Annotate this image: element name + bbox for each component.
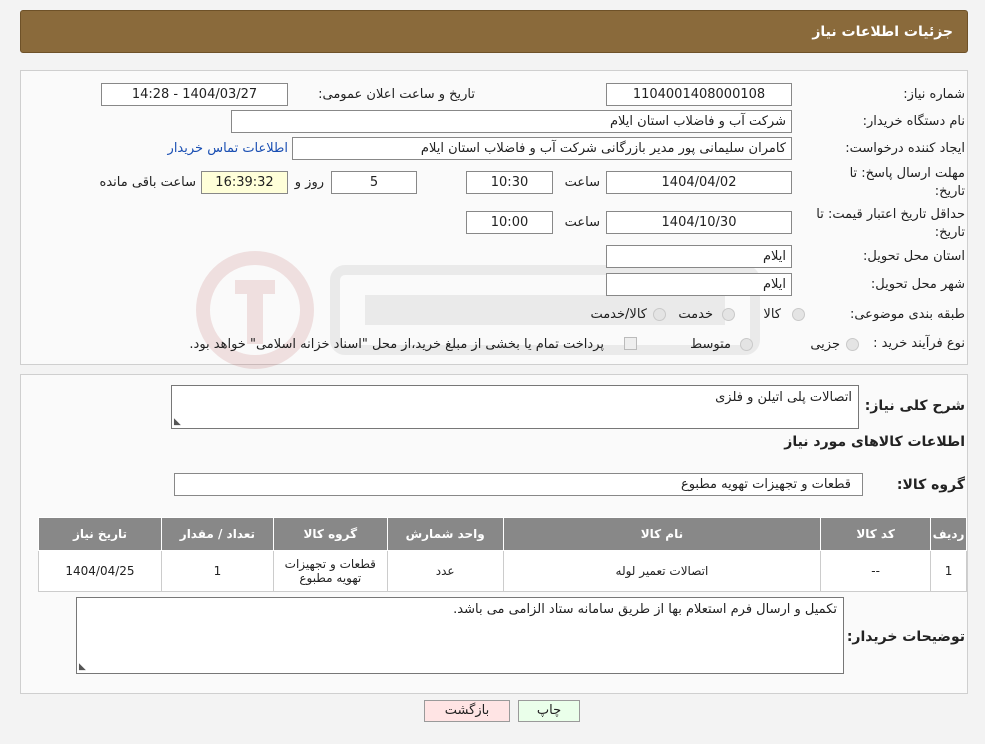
- process-type-label: نوع فرآیند خرید :: [873, 336, 965, 351]
- resize-grip-icon[interactable]: ◢: [174, 417, 181, 427]
- buyer-notes-label: توضیحات خریدار:: [846, 629, 965, 645]
- col-goods-code: کد کالا: [820, 517, 932, 551]
- cell-goods-group: قطعات و تجهیزات تهویه مطبوع: [272, 550, 388, 592]
- price-validity-label: حداقل تاریخ اعتبار قیمت: تا: [816, 207, 965, 222]
- process-radio-medium[interactable]: [740, 338, 753, 351]
- delivery-province-label: استان محل تحویل:: [863, 249, 965, 264]
- cell-need-date: 1404/04/25: [38, 550, 162, 592]
- delivery-city-label: شهر محل تحویل:: [870, 277, 965, 292]
- goods-table: ردیف کد کالا نام کالا واحد شمارش گروه کا…: [38, 517, 967, 592]
- print-button[interactable]: چاپ: [518, 700, 580, 722]
- price-validity-date-field: 1404/10/30: [606, 211, 792, 234]
- goods-table-header: ردیف کد کالا نام کالا واحد شمارش گروه کا…: [38, 517, 967, 551]
- page-title: جزئیات اطلاعات نیاز: [812, 23, 953, 40]
- category-option-goods-service: کالا/خدمت: [590, 307, 647, 322]
- goods-table-wrapper: ردیف کد کالا نام کالا واحد شمارش گروه کا…: [38, 517, 967, 592]
- price-validity-time-label: ساعت: [564, 215, 600, 230]
- goods-info-title: اطلاعات کالاهای مورد نیاز: [784, 434, 965, 450]
- treasury-payment-checkbox[interactable]: [624, 337, 637, 350]
- category-radio-goods[interactable]: [792, 308, 805, 321]
- deadline-date-field: 1404/04/02: [606, 171, 792, 194]
- days-remaining-field: 5: [331, 171, 417, 194]
- category-radio-service[interactable]: [722, 308, 735, 321]
- category-option-service: خدمت: [678, 307, 713, 322]
- announce-datetime-label: تاریخ و ساعت اعلان عمومی:: [318, 87, 475, 102]
- requester-field: کامران سلیمانی پور مدیر بازرگانی شرکت آب…: [292, 137, 792, 160]
- goods-group-field: قطعات و تجهیزات تهویه مطبوع: [174, 473, 863, 496]
- need-number-field: 1104001408000108: [606, 83, 792, 106]
- remaining-time-label: ساعت باقی مانده: [99, 175, 196, 190]
- delivery-city-field: ایلام: [606, 273, 792, 296]
- col-goods-group: گروه کالا: [272, 517, 388, 551]
- process-option-medium: متوسط: [690, 337, 731, 352]
- col-need-date: تاریخ نیاز: [38, 517, 162, 551]
- col-quantity: تعداد / مقدار: [160, 517, 274, 551]
- table-row: 1 -- اتصالات تعمیر لوله عدد قطعات و تجهی…: [38, 550, 967, 592]
- price-validity-time-field: 10:00: [466, 211, 553, 234]
- buyer-notes-text: تکمیل و ارسال فرم استعلام بها از طریق سا…: [453, 602, 837, 617]
- buyer-contact-link[interactable]: اطلاعات تماس خریدار: [168, 141, 288, 156]
- days-label: روز و: [294, 175, 324, 190]
- process-option-minor: جزیی: [810, 337, 840, 352]
- buyer-org-field: شرکت آب و فاضلاب استان ایلام: [231, 110, 792, 133]
- cell-goods-code: --: [820, 550, 932, 592]
- deadline-label: مهلت ارسال پاسخ: تا: [849, 166, 965, 181]
- category-option-goods: کالا: [763, 307, 781, 322]
- description-textarea: اتصالات پلی اتیلن و فلزی ◢: [171, 385, 859, 429]
- deadline-time-field: 10:30: [466, 171, 553, 194]
- deadline-label-line2: تاریخ:: [934, 184, 965, 199]
- back-button[interactable]: بازگشت: [424, 700, 510, 722]
- process-radio-minor[interactable]: [846, 338, 859, 351]
- goods-group-value: قطعات و تجهیزات تهویه مطبوع: [680, 477, 851, 492]
- col-goods-name: نام کالا: [502, 517, 822, 551]
- remaining-time-field: 16:39:32: [201, 171, 288, 194]
- goods-group-label: گروه کالا:: [896, 477, 965, 493]
- category-radio-goods-service[interactable]: [653, 308, 666, 321]
- col-unit: واحد شمارش: [386, 517, 504, 551]
- cell-row-number: 1: [930, 550, 967, 592]
- cell-unit: عدد: [386, 550, 504, 592]
- resize-grip-icon[interactable]: ◢: [79, 662, 86, 672]
- category-label: طبقه بندی موضوعی:: [849, 307, 965, 322]
- page-header: جزئیات اطلاعات نیاز: [20, 10, 968, 53]
- requester-label: ایجاد کننده درخواست:: [845, 141, 965, 156]
- price-validity-label-line2: تاریخ:: [934, 225, 965, 240]
- treasury-payment-note: پرداخت تمام یا بخشی از مبلغ خرید،از محل …: [189, 337, 604, 352]
- deadline-time-label: ساعت: [564, 175, 600, 190]
- description-text: اتصالات پلی اتیلن و فلزی: [715, 390, 852, 405]
- need-number-label: شماره نیاز:: [903, 87, 965, 102]
- col-row-number: ردیف: [930, 517, 967, 551]
- cell-quantity: 1: [160, 550, 274, 592]
- announce-datetime-field: 1404/03/27 - 14:28: [101, 83, 288, 106]
- buyer-notes-textarea: تکمیل و ارسال فرم استعلام بها از طریق سا…: [76, 597, 844, 674]
- buyer-org-label: نام دستگاه خریدار:: [862, 114, 965, 129]
- cell-goods-name: اتصالات تعمیر لوله: [502, 550, 822, 592]
- description-label: شرح کلی نیاز:: [864, 398, 965, 414]
- delivery-province-field: ایلام: [606, 245, 792, 268]
